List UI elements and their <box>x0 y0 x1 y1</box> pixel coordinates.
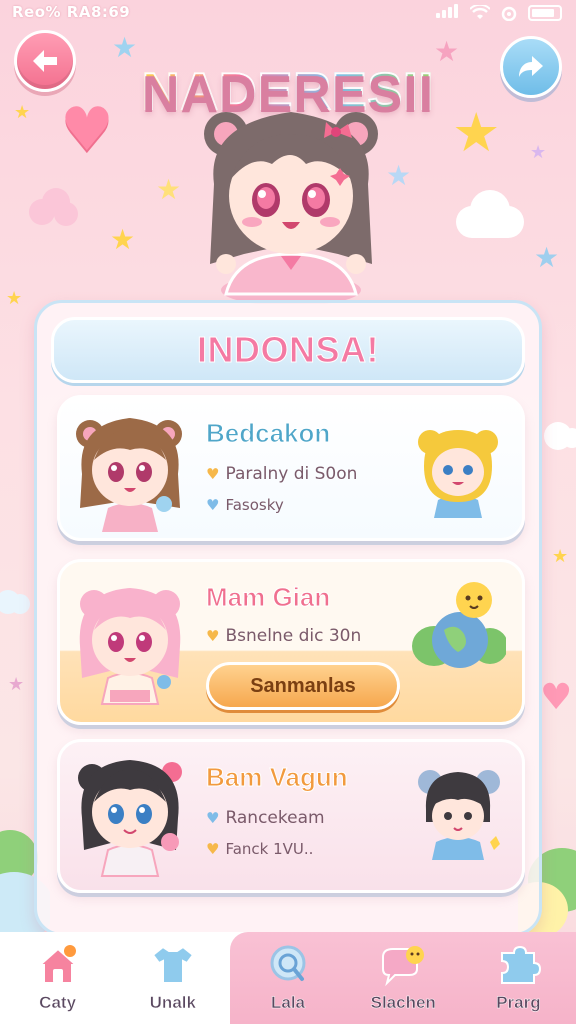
card-action-button[interactable]: Sanmanlas <box>206 662 400 710</box>
tab-label: Unalk <box>149 993 196 1013</box>
character-card[interactable]: Bam Vagun ♥ Rancekeam ♥ Fanck 1VU.. <box>57 739 525 893</box>
cloud-icon <box>544 422 576 450</box>
tab-label: Prarg <box>496 993 541 1013</box>
star-icon: ★ <box>530 142 547 163</box>
tab-prarg[interactable]: Prarg <box>460 932 576 1024</box>
main-panel: INDONSA! Bedcakon ♥ Paralny di S0on ♥ Fa… <box>34 300 542 936</box>
shirt-icon <box>151 945 195 984</box>
cloud-icon <box>29 188 78 226</box>
globe-companion-icon <box>412 582 506 668</box>
chat-bubble-icon <box>382 946 425 987</box>
detail-text: Paralny di S0on <box>225 464 358 484</box>
blue-heart-icon: ♥ <box>206 496 220 514</box>
star-icon: ★ <box>8 674 25 695</box>
character-card[interactable]: Bedcakon ♥ Paralny di S0on ♥ Fasosky <box>57 395 525 541</box>
character-avatar <box>79 588 181 705</box>
blue-heart-icon: ♥ <box>206 809 220 827</box>
tab-slachen[interactable]: Slachen <box>345 932 461 1024</box>
search-icon <box>270 945 306 981</box>
character-name: Mam Gian <box>205 582 331 613</box>
panel-header: INDONSA! <box>51 317 525 383</box>
cloud-icon <box>0 590 30 614</box>
detail-text: Bsnelne dic 30n <box>225 626 362 646</box>
signal-icon <box>436 4 460 22</box>
detail-text: Rancekeam <box>225 808 325 828</box>
heart-icon: ♥ <box>540 677 573 718</box>
status-icons <box>436 4 562 22</box>
yellow-heart-icon: ♥ <box>206 840 220 858</box>
bottom-tab-bar: Caty Unalk Lala Slachen Prarg <box>0 932 576 1024</box>
character-card[interactable]: Mam Gian ♥ Bsnelne dic 30n Sanmanlas <box>57 559 525 725</box>
character-detail: ♥ Paralny di S0on <box>206 464 357 484</box>
tab-lala[interactable]: Lala <box>230 932 346 1024</box>
character-avatar <box>76 418 182 532</box>
home-icon <box>36 945 79 984</box>
cloud-icon <box>456 190 524 238</box>
tab-caty[interactable]: Caty <box>0 932 115 1024</box>
boy-companion-icon <box>418 770 500 860</box>
puzzle-icon <box>501 945 542 984</box>
star-icon: ★ <box>156 173 182 206</box>
character-detail: ♥ Fasosky <box>206 496 284 514</box>
detail-text: Fanck 1VU.. <box>225 840 314 858</box>
wifi-icon <box>470 5 490 19</box>
tab-label: Caty <box>39 993 77 1013</box>
star-icon: ★ <box>552 546 569 567</box>
panel-title: INDONSA! <box>197 329 380 371</box>
star-icon: ★ <box>112 31 138 64</box>
character-detail: ♥ Rancekeam <box>206 808 325 828</box>
wifi-secondary-icon <box>501 6 517 21</box>
character-name: Bedcakon <box>205 418 331 449</box>
character-detail: ♥ Fanck 1VU.. <box>206 840 313 858</box>
tab-label: Slachen <box>370 993 436 1013</box>
yellow-heart-icon: ♥ <box>206 465 220 483</box>
battery-icon <box>528 5 562 21</box>
tab-unalk[interactable]: Unalk <box>115 932 230 1024</box>
character-avatar <box>78 760 182 877</box>
star-icon: ★ <box>534 241 560 274</box>
detail-text: Fasosky <box>225 496 284 514</box>
star-icon: ★ <box>110 223 136 256</box>
star-icon: ★ <box>6 288 23 309</box>
tab-label: Lala <box>270 993 306 1013</box>
character-name: Bam Vagun <box>206 762 349 793</box>
character-detail: ♥ Bsnelne dic 30n <box>206 626 361 646</box>
mascot-character <box>204 112 378 304</box>
status-bar: Reo% RA8:69 <box>0 0 576 26</box>
status-time: Reo% RA8:69 <box>12 3 131 21</box>
yellow-heart-icon: ♥ <box>206 627 220 645</box>
bear-companion-icon <box>418 430 498 518</box>
